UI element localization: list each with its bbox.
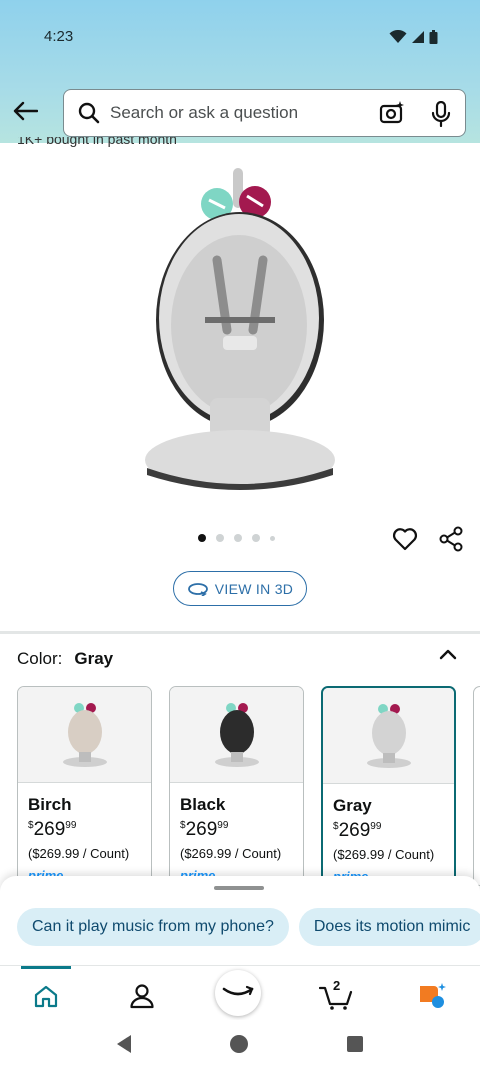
back-button[interactable] — [8, 94, 42, 128]
suggestion-chip[interactable]: Does its motion mimic — [298, 908, 480, 946]
carousel-dot[interactable] — [270, 535, 275, 541]
product-image[interactable] — [135, 160, 345, 495]
color-option-card-selected[interactable]: Gray $26999 ($269.99 / Count) prime — [321, 686, 456, 886]
wifi-icon — [389, 30, 407, 43]
search-icon — [78, 102, 100, 124]
color-option-card[interactable]: Black $26999 ($269.99 / Count) prime — [169, 686, 304, 886]
status-icons — [389, 30, 438, 44]
system-home-icon — [230, 1035, 248, 1053]
carousel-dot[interactable] — [234, 534, 242, 542]
carousel-dot[interactable] — [252, 534, 260, 542]
home-icon[interactable] — [22, 976, 70, 1016]
image-carousel-dots[interactable] — [198, 534, 275, 542]
view-in-3d-label: VIEW IN 3D — [214, 580, 294, 597]
color-option-name: Gray — [333, 796, 372, 815]
header: 4:23 — [0, 0, 480, 143]
status-time: 4:23 — [44, 28, 74, 45]
color-option-price: $26999 — [180, 819, 229, 840]
color-option-unit-price: ($269.99 / Count) — [333, 847, 435, 862]
suggestion-chip[interactable]: Can it play music from my phone? — [17, 908, 289, 946]
color-option-unit-price: ($269.99 / Count) — [180, 846, 282, 861]
heart-icon[interactable] — [392, 527, 418, 551]
cart-icon[interactable]: 2 — [312, 976, 360, 1016]
rotate-3d-icon — [187, 582, 208, 596]
sheet-drag-handle[interactable] — [214, 886, 264, 890]
color-option-name: Birch — [28, 795, 72, 814]
bought-count-text: 1K+ bought in past month — [17, 137, 177, 147]
account-icon[interactable] — [118, 976, 166, 1016]
system-back-icon — [117, 1035, 131, 1053]
cart-count-badge: 2 — [333, 978, 341, 993]
chevron-up-icon[interactable] — [438, 646, 458, 662]
system-navigation — [0, 1020, 480, 1071]
color-option-card-partial[interactable] — [473, 686, 480, 886]
color-options: Birch $26999 ($269.99 / Count) prime Bla… — [17, 686, 480, 886]
suggestion-chips: Can it play music from my phone? Does it… — [17, 908, 480, 946]
search-bar[interactable] — [63, 89, 466, 137]
color-option-name: Black — [180, 795, 226, 814]
color-selector-label: Color: Gray — [17, 649, 113, 669]
arrow-left-icon — [13, 101, 38, 121]
carousel-dot[interactable] — [216, 534, 224, 542]
color-option-price: $26999 — [28, 819, 77, 840]
color-option-unit-price: ($269.99 / Count) — [28, 846, 130, 861]
swing-thumbnail — [323, 688, 454, 784]
signal-icon — [412, 31, 424, 43]
suggestions-sheet: Can it play music from my phone? Does it… — [0, 876, 480, 966]
camera-search-icon[interactable] — [379, 100, 405, 131]
carousel-dot[interactable] — [198, 534, 206, 542]
search-input[interactable] — [110, 103, 360, 123]
battery-icon — [429, 30, 438, 44]
color-option-card[interactable]: Birch $26999 ($269.99 / Count) prime — [17, 686, 152, 886]
color-selected-value: Gray — [74, 649, 114, 668]
nav-active-indicator — [21, 966, 71, 969]
divider — [0, 631, 480, 634]
color-option-price: $26999 — [333, 820, 382, 841]
bottom-nav: 2 — [0, 965, 480, 1020]
color-label: Color: — [17, 649, 63, 668]
system-recents-icon — [347, 1036, 363, 1052]
swing-thumbnail — [170, 687, 303, 783]
view-in-3d-button[interactable]: VIEW IN 3D — [173, 571, 307, 606]
rufus-icon[interactable] — [408, 976, 456, 1016]
swing-thumbnail — [18, 687, 151, 783]
share-icon[interactable] — [438, 526, 464, 552]
amazon-smile-icon[interactable] — [215, 970, 261, 1016]
microphone-icon[interactable] — [431, 100, 451, 132]
